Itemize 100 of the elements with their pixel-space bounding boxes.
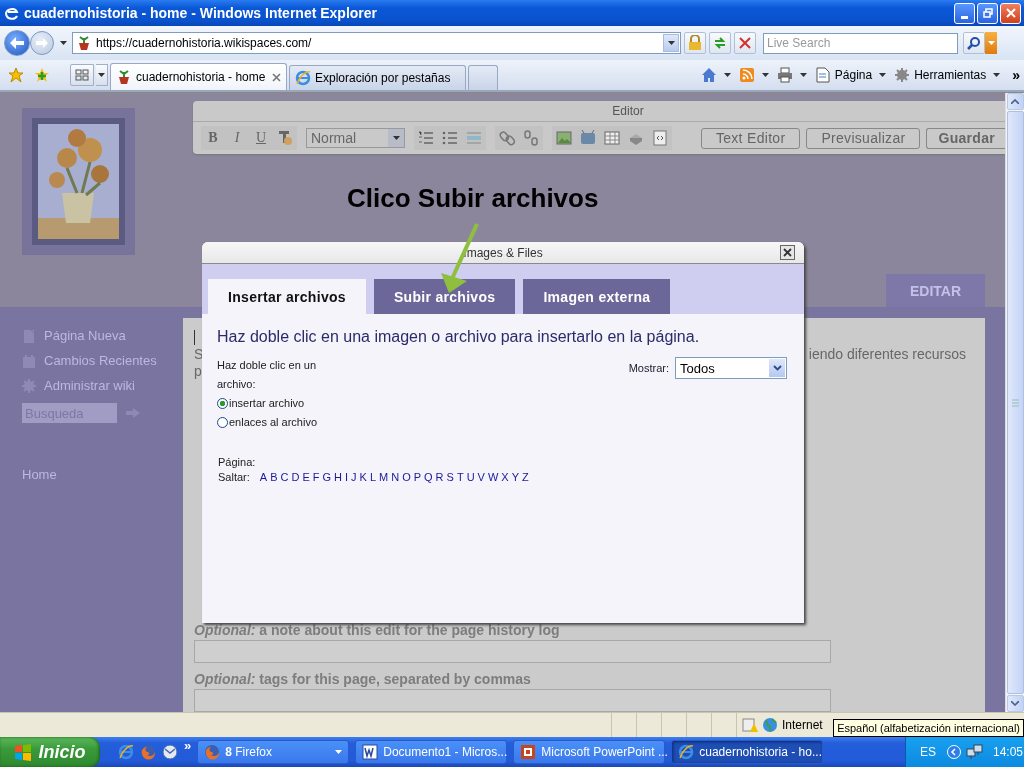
letter-link[interactable]: I [345,471,349,483]
letter-link[interactable]: D [291,471,300,483]
feeds-button[interactable] [738,67,769,83]
browser-logo-icon [678,744,695,760]
radio-option[interactable]: enlaces al archivo [217,413,318,432]
restore-icon [982,8,993,18]
taskbar-button[interactable]: Microsoft PowerPoint ... [513,740,666,764]
back-button[interactable] [4,30,30,56]
filter-dropdown[interactable]: Todos [675,357,787,379]
letter-link[interactable]: V [477,471,485,483]
letter-link[interactable]: R [435,471,444,483]
browser-tab[interactable]: Exploración por pestañas [289,65,466,90]
close-tab-icon[interactable] [272,72,281,82]
letter-link[interactable]: A [259,471,268,483]
show-hidden-icons-button[interactable] [947,745,961,759]
letter-link[interactable]: K [359,471,367,483]
letter-link[interactable]: U [466,471,475,483]
letter-link[interactable]: F [312,471,320,483]
letter-link[interactable]: S [446,471,454,483]
letter-link[interactable]: T [456,471,464,483]
dialog-tab[interactable]: Imagen externa [523,279,671,314]
caret-icon [667,41,675,45]
mail-icon [162,744,178,760]
tab-list-button[interactable] [96,64,108,86]
print-button[interactable] [776,67,807,83]
toolbar-title: Editor [193,101,1005,122]
restore-button[interactable] [977,2,998,24]
radio-option[interactable]: insertar archivo [217,394,305,413]
close-button[interactable] [780,245,795,260]
refresh-button[interactable] [709,32,731,54]
minimize-icon [961,15,968,19]
caret-icon [987,41,995,45]
dialog-tab[interactable]: Subir archivos [373,279,516,314]
dialog-tab[interactable]: Insertar archivos [208,279,366,314]
address-input[interactable]: https://cuadernohistoria.wikispaces.com/ [96,36,659,50]
quick-tabs-button[interactable] [70,64,94,86]
letter-link[interactable]: Q [424,471,433,483]
letter-link[interactable]: L [369,471,376,483]
start-button[interactable]: Inicio [0,737,100,767]
more-commands-button[interactable]: » [1012,67,1020,83]
note-field[interactable] [194,640,831,663]
page-menu-button[interactable]: Página [814,67,887,83]
gear-icon [894,67,911,83]
letter-link[interactable]: B [270,471,278,483]
caret-icon [772,365,782,371]
taskbar-button[interactable]: cuadernohistoria - ho... [671,740,824,764]
letter-link[interactable]: C [280,471,289,483]
search-button[interactable] [963,32,985,54]
home-button[interactable] [700,67,731,83]
field-label: Optional: tags for this page, separated by commas [194,671,532,687]
grid-icon [75,69,89,81]
search-options-button[interactable] [985,32,997,54]
letter-link[interactable]: X [501,471,509,483]
network-icon[interactable] [966,744,984,760]
editor-button[interactable]: Previsualizar [806,127,921,149]
letter-link[interactable]: G [322,471,332,483]
taskbar-button[interactable]: 8 Firefox [197,740,350,764]
letter-link[interactable]: W [487,471,499,483]
letter-link[interactable]: P [413,471,422,483]
annotation-heading: Clico Subir archivos [347,183,599,214]
padlock-icon [688,35,702,51]
browser-logo-icon [4,5,20,21]
letter-link[interactable]: J [351,471,357,483]
close-icon [783,248,792,257]
scroll-down-button[interactable] [1006,695,1024,712]
taskbar-button[interactable]: Documento1 - Micros... [355,740,508,764]
letter-link[interactable]: Z [522,471,529,483]
letter-link[interactable]: N [391,471,400,483]
firefox-launch-button[interactable] [140,744,156,760]
scroll-up-button[interactable] [1006,93,1024,110]
caret-icon [59,41,67,45]
browser-launch-button[interactable] [118,744,134,760]
caret-icon [799,73,807,77]
grip-icon [1011,398,1019,407]
page-label: Página: [217,456,257,468]
letter-link[interactable]: H [334,471,342,483]
security-lock-button[interactable] [684,32,706,54]
editor-button[interactable]: Text Editor [700,127,801,149]
letter-link[interactable]: Y [511,471,519,483]
stop-cross-icon [739,37,751,49]
tools-menu-button[interactable]: Herramientas [894,67,1001,83]
text-cursor [194,330,195,345]
caret-icon [993,73,1001,77]
address-bar[interactable]: https://cuadernohistoria.wikispaces.com/ [72,32,681,54]
letter-link[interactable]: M [379,471,389,483]
browser-tab[interactable]: cuadernohistoria - home [110,63,287,90]
letter-link[interactable]: E [302,471,310,483]
tags-field[interactable] [194,689,831,712]
new-tab-button[interactable] [468,65,498,90]
search-field[interactable]: Live Search [763,32,958,54]
caret-icon [392,136,400,140]
stop-button[interactable] [734,32,756,54]
mail-launch-button[interactable] [162,744,178,760]
address-dropdown-button[interactable] [663,34,679,52]
format-dropdown[interactable]: Normal [306,128,405,148]
chevron-left-icon [947,745,961,759]
minimize-button[interactable] [954,2,975,24]
caret-down-icon [1011,701,1019,706]
letter-link[interactable]: O [402,471,411,483]
more-launch-button[interactable]: » [184,738,192,753]
